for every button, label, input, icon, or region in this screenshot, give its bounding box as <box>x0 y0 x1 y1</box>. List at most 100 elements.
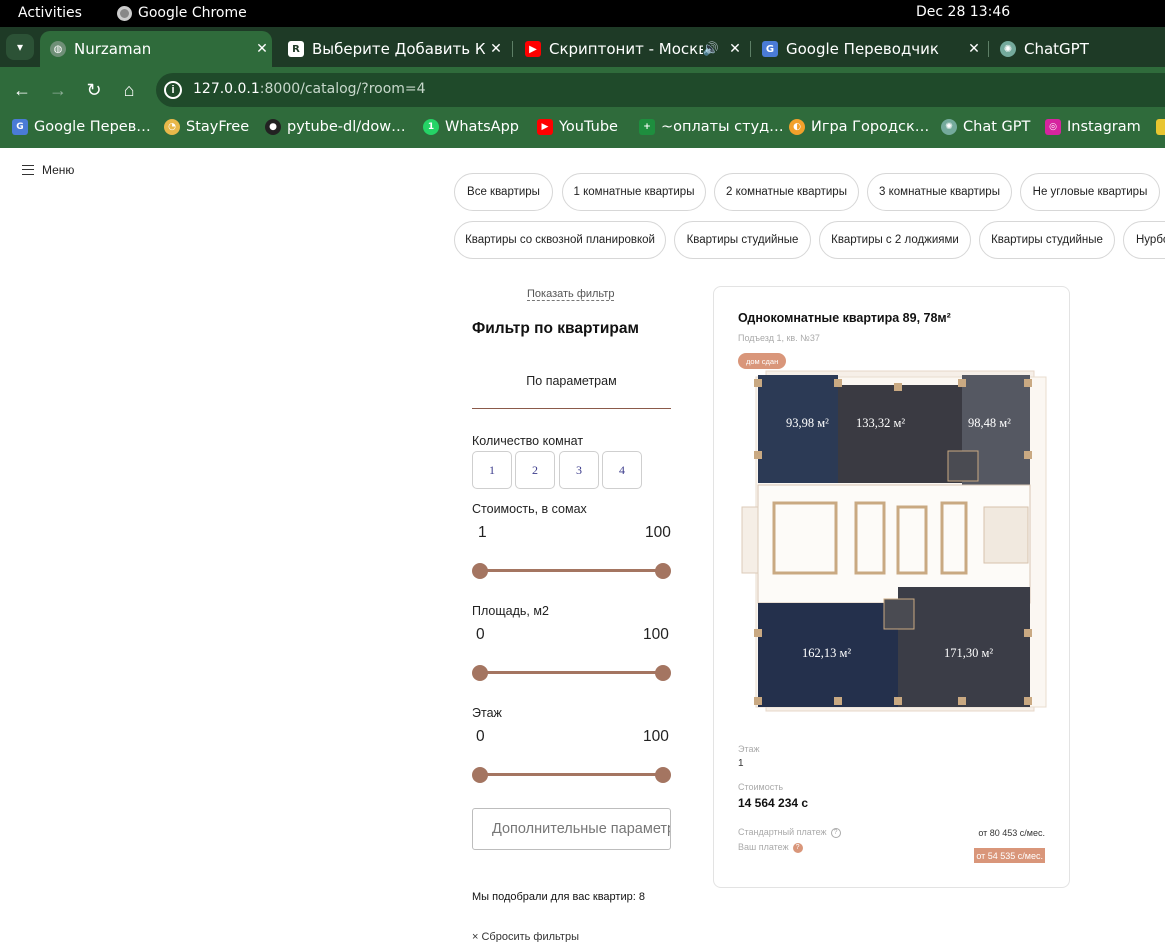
youtube-icon: ▶ <box>525 41 541 57</box>
url-path: :8000/catalog/?room=4 <box>259 81 426 97</box>
area-slider-min-handle[interactable] <box>472 665 488 681</box>
floor-meta-label: Этаж <box>738 744 760 754</box>
tab-nurzaman[interactable]: ◍ Nurzaman ✕ <box>40 31 272 67</box>
bookmark-pytube[interactable]: ● pytube-dl/dow… <box>265 119 406 135</box>
translate-icon: G <box>12 119 28 135</box>
price-slider-max-handle[interactable] <box>655 563 671 579</box>
chip-3-room[interactable]: 3 комнатные квартиры <box>867 173 1012 211</box>
chip-non-corner[interactable]: Не угловые квартиры <box>1020 173 1160 211</box>
reset-filters-link[interactable]: × Сбросить фильтры <box>472 931 579 942</box>
tab-title: Выберите Добавить Ко <box>312 40 486 58</box>
room-option-4[interactable]: 4 <box>602 451 642 489</box>
tab-title: Google Переводчик <box>786 40 939 58</box>
bookmark-label: YouTube <box>559 119 618 135</box>
chip-studio-2[interactable]: Квартиры студийные <box>979 221 1115 259</box>
tab-google-translate[interactable]: G Google Переводчик ✕ <box>752 31 984 67</box>
game-icon: ◐ <box>789 119 805 135</box>
price-min-value[interactable]: 1 <box>478 524 487 542</box>
tab-by-parameters[interactable]: По параметрам <box>472 374 671 388</box>
close-icon[interactable]: ✕ <box>486 41 506 57</box>
close-icon[interactable]: ✕ <box>252 41 272 57</box>
area-max-value[interactable]: 100 <box>643 626 669 644</box>
system-top-bar: Activities Google Chrome Dec 28 13:46 <box>0 0 1165 27</box>
help-icon[interactable]: ? <box>792 842 803 853</box>
bookmark-overflow[interactable] <box>1156 119 1165 135</box>
floor-min-value[interactable]: 0 <box>476 728 485 746</box>
home-icon: ⌂ <box>123 79 135 100</box>
chatgpt-icon: ✺ <box>941 119 957 135</box>
bookmark-city-game[interactable]: ◐ Игра Городск… <box>789 119 929 135</box>
room-option-2[interactable]: 2 <box>515 451 555 489</box>
reload-button[interactable]: ↻ <box>81 77 107 103</box>
floor-slider-min-handle[interactable] <box>472 767 488 783</box>
price-slider-track[interactable] <box>480 569 663 572</box>
bookmark-stayfree[interactable]: ◔ StayFree <box>164 119 249 135</box>
activities-button[interactable]: Activities <box>18 5 82 21</box>
area-min-value[interactable]: 0 <box>476 626 485 644</box>
show-filter-link[interactable]: Показать фильтр <box>527 288 615 301</box>
bookmark-youtube[interactable]: ▶ YouTube <box>537 119 618 135</box>
bookmark-chatgpt[interactable]: ✺ Chat GPT <box>941 119 1030 135</box>
menu-button[interactable]: Меню <box>22 163 74 177</box>
home-button[interactable]: ⌂ <box>116 77 142 103</box>
price-max-value[interactable]: 100 <box>645 524 671 542</box>
menu-label: Меню <box>42 163 75 177</box>
area-slider-max-handle[interactable] <box>655 665 671 681</box>
price-meta-label: Стоимость <box>738 782 784 792</box>
clock[interactable]: Dec 28 13:46 <box>916 4 1010 20</box>
forward-button[interactable]: → <box>45 77 71 103</box>
bookmark-label: StayFree <box>186 119 250 135</box>
bookmark-whatsapp[interactable]: 1 WhatsApp <box>423 119 519 135</box>
floor-meta-value: 1 <box>738 758 744 769</box>
chip-all-apartments[interactable]: Все квартиры <box>454 173 553 211</box>
area-slider-track[interactable] <box>480 671 663 674</box>
github-icon: ● <box>265 119 281 135</box>
price-slider-min-handle[interactable] <box>472 563 488 579</box>
bookmarks-bar: G Google Перев… ◔ StayFree ● pytube-dl/dow…… <box>0 112 1165 148</box>
app-menu[interactable]: Google Chrome <box>117 5 247 21</box>
url-host: 127.0.0.1 <box>193 81 260 97</box>
translate-icon: G <box>762 41 778 57</box>
address-bar[interactable]: i 127.0.0.1:8000/catalog/?room=4 <box>156 73 1165 107</box>
tab-youtube-music[interactable]: ▶ Скриптонит - Москва 🔊 ✕ <box>515 31 745 67</box>
help-icon[interactable]: ? <box>830 827 841 838</box>
chip-two-loggias[interactable]: Квартиры с 2 лоджиями <box>819 221 971 259</box>
tab-search-button[interactable]: ▾ <box>6 34 34 60</box>
speaker-icon[interactable]: 🔊 <box>703 42 719 57</box>
tab-separator <box>512 41 513 57</box>
chip-2-room[interactable]: 2 комнатные квартиры <box>714 173 859 211</box>
tab-title: Nurzaman <box>74 40 152 58</box>
apartment-card[interactable]: Однокомнатные квартира 89, 78м² Подъезд … <box>713 286 1070 888</box>
tab-bank[interactable]: R Выберите Добавить Ко ✕ <box>278 31 506 67</box>
close-icon[interactable]: ✕ <box>964 41 984 57</box>
back-button[interactable]: ← <box>9 77 35 103</box>
floor-slider-max-handle[interactable] <box>655 767 671 783</box>
results-count: Мы подобрали для вас квартир: 8 <box>472 891 645 903</box>
close-icon[interactable]: ✕ <box>725 41 745 57</box>
bookmark-label: WhatsApp <box>445 119 519 135</box>
bookmark-label: Chat GPT <box>963 119 1031 135</box>
chip-through-layout[interactable]: Квартиры со сквозной планировкой <box>454 221 666 259</box>
apartment-title: Однокомнатные квартира 89, 78м² <box>738 311 951 325</box>
bookmark-label: Google Перев… <box>34 119 151 135</box>
app-name: Google Chrome <box>138 5 247 21</box>
tab-chatgpt[interactable]: ✺ ChatGPT <box>990 31 1165 67</box>
your-payment-label: Ваш платеж <box>738 842 789 852</box>
youtube-icon: ▶ <box>537 119 553 135</box>
apartment-price: 14 564 234 с <box>738 796 809 810</box>
whatsapp-icon: 1 <box>423 119 439 135</box>
bookmark-instagram[interactable]: ◎ Instagram <box>1045 119 1141 135</box>
floor-slider-track[interactable] <box>480 773 663 776</box>
bookmark-payments-sheet[interactable]: + ~оплаты студ… <box>639 119 784 135</box>
room-option-3[interactable]: 3 <box>559 451 599 489</box>
chip-1-room[interactable]: 1 комнатные квартиры <box>562 173 706 211</box>
floor-max-value[interactable]: 100 <box>643 728 669 746</box>
bookmark-google-translate[interactable]: G Google Перев… <box>12 119 151 135</box>
chip-studio[interactable]: Квартиры студийные <box>674 221 811 259</box>
site-info-icon[interactable]: i <box>164 81 182 99</box>
more-params-button[interactable]: Дополнительные параметры <box>472 808 671 850</box>
address-url[interactable]: 127.0.0.1:8000/catalog/?room=4 <box>193 81 426 97</box>
chip-nurbol[interactable]: Нурбол <box>1123 221 1165 259</box>
standard-payment-value: от 80 453 с/мес. <box>978 828 1045 838</box>
room-option-1[interactable]: 1 <box>472 451 512 489</box>
